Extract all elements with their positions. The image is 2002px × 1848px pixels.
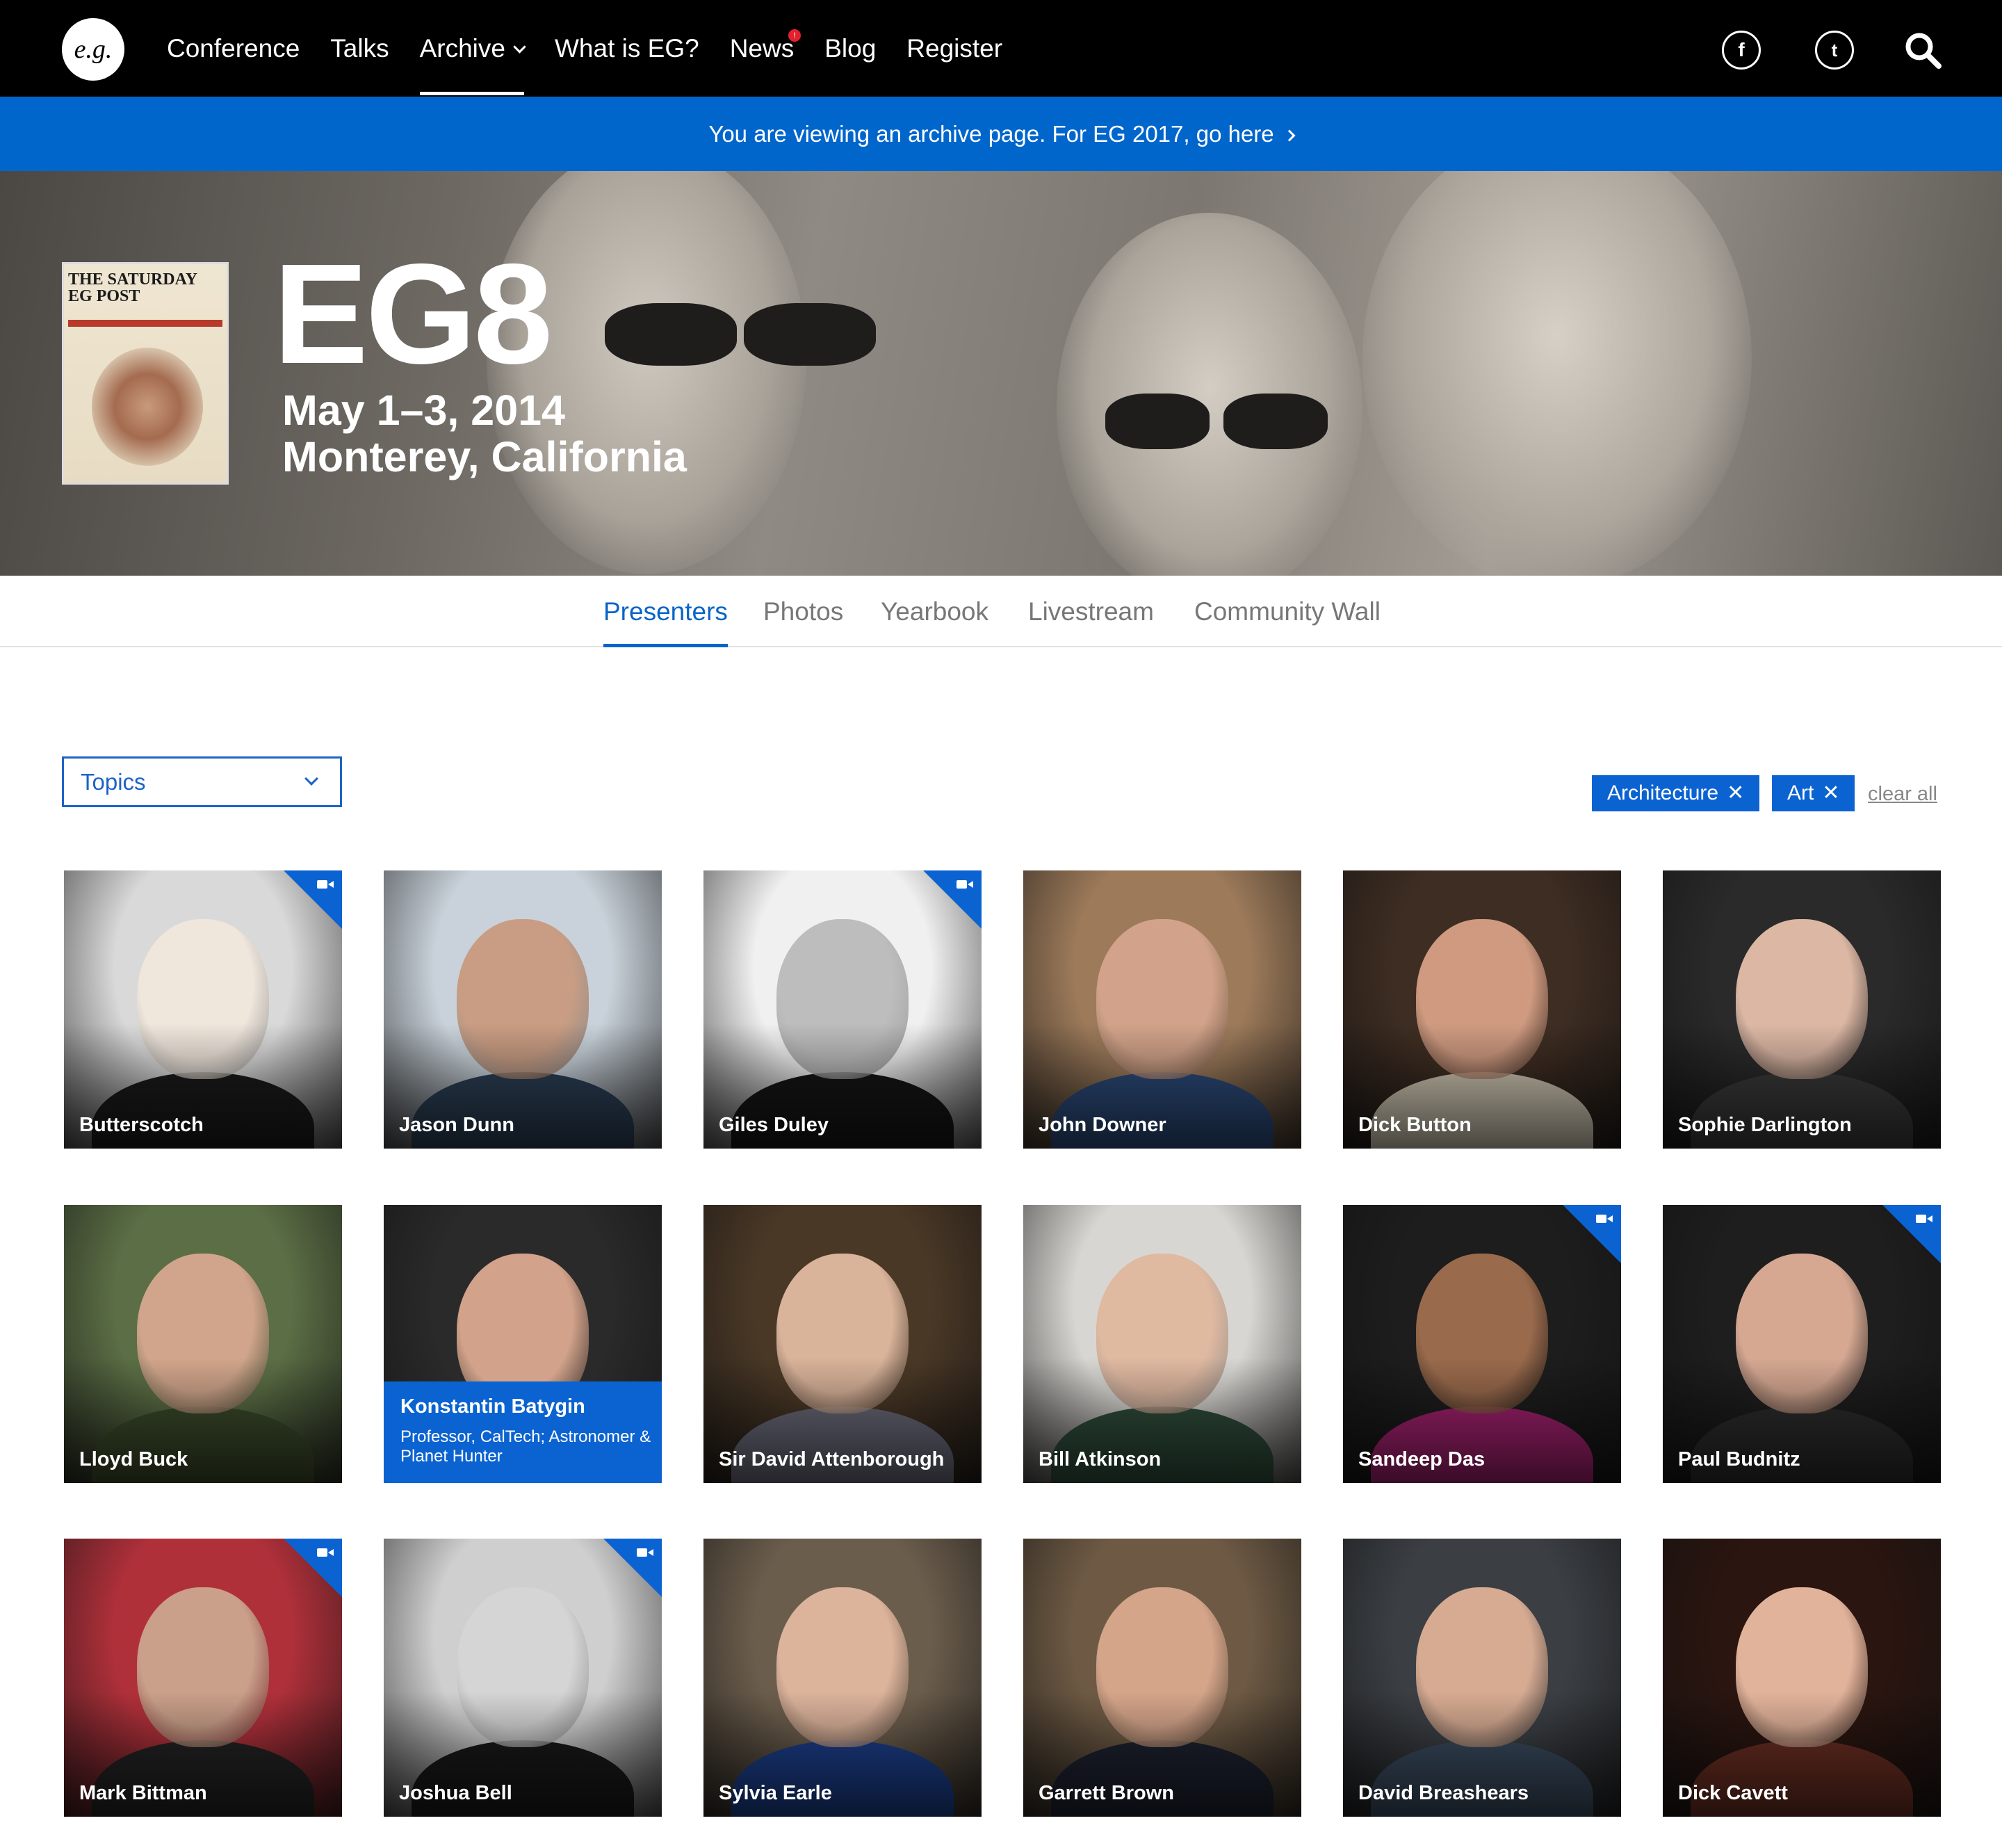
archive-notice-text: You are viewing an archive page. For EG … xyxy=(708,121,1274,147)
presenter-card[interactable]: Sophie Darlington xyxy=(1663,870,1941,1149)
hero-photo xyxy=(1057,213,1362,576)
presenter-name: Lloyd Buck xyxy=(79,1448,188,1470)
clear-all-filters-link[interactable]: clear all xyxy=(1868,783,1937,806)
presenter-card[interactable]: John Downer xyxy=(1023,870,1301,1149)
top-navigation: e.g. Conference Talks Archive What is EG… xyxy=(0,0,2002,97)
filter-chip-architecture[interactable]: Architecture ✕ xyxy=(1592,775,1760,811)
presenter-card[interactable]: Sylvia Earle xyxy=(703,1539,982,1817)
chevron-right-icon xyxy=(1283,129,1296,142)
presenter-name: Garrett Brown xyxy=(1039,1782,1174,1804)
twitter-icon[interactable]: t xyxy=(1815,31,1854,70)
presenter-name: Sir David Attenborough xyxy=(719,1448,945,1470)
nav-link-talks[interactable]: Talks xyxy=(330,0,389,97)
event-date: May 1–3, 2014 xyxy=(282,387,565,434)
presenter-name: David Breashears xyxy=(1358,1782,1529,1804)
presenter-name: Sandeep Das xyxy=(1358,1448,1486,1470)
topics-dropdown-label: Topics xyxy=(81,769,146,795)
hero-photo xyxy=(744,303,876,366)
presenter-card[interactable]: Paul Budnitz xyxy=(1663,1205,1941,1483)
video-camera-icon xyxy=(317,1548,334,1557)
presenter-name: Jason Dunn xyxy=(399,1114,514,1136)
filter-chip-label: Art xyxy=(1787,781,1814,804)
nav-link-news[interactable]: News! xyxy=(729,0,801,97)
presenter-name: Bill Atkinson xyxy=(1039,1448,1162,1470)
close-icon[interactable]: ✕ xyxy=(1822,781,1839,804)
tab-community-wall[interactable]: Community Wall xyxy=(1194,576,1381,647)
presenter-name: Sylvia Earle xyxy=(719,1782,832,1804)
presenter-card[interactable]: Bill Atkinson xyxy=(1023,1205,1301,1483)
nav-link-conference[interactable]: Conference xyxy=(167,0,300,97)
hero-photo xyxy=(1105,394,1210,449)
event-title: EG8 xyxy=(273,234,553,394)
presenter-card[interactable]: Butterscotch xyxy=(64,870,342,1149)
presenter-name: Mark Bittman xyxy=(79,1782,207,1804)
presenter-card[interactable]: Dick Cavett xyxy=(1663,1539,1941,1817)
tab-presenters[interactable]: Presenters xyxy=(603,576,728,647)
cover-illustration xyxy=(92,348,203,466)
presenter-card[interactable]: Jason Dunn xyxy=(384,870,662,1149)
presenter-name: Butterscotch xyxy=(79,1114,204,1136)
presenter-card[interactable]: David Breashears xyxy=(1343,1539,1621,1817)
video-camera-icon xyxy=(957,880,973,889)
hero-photo xyxy=(605,303,737,366)
presenter-name: Dick Cavett xyxy=(1678,1782,1788,1804)
presenter-name: Dick Button xyxy=(1358,1114,1472,1136)
chevron-down-icon xyxy=(513,40,526,54)
presenter-name: John Downer xyxy=(1039,1114,1166,1136)
presenter-card[interactable]: Konstantin Batygin Professor, CalTech; As… xyxy=(384,1205,662,1483)
video-camera-icon xyxy=(637,1548,653,1557)
presenter-card[interactable]: Sir David Attenborough xyxy=(703,1205,982,1483)
filter-chip-art[interactable]: Art ✕ xyxy=(1772,775,1855,811)
presenter-name: Paul Budnitz xyxy=(1678,1448,1800,1470)
close-icon[interactable]: ✕ xyxy=(1727,781,1744,804)
presenter-name: Konstantin Batygin xyxy=(400,1395,585,1418)
cover-stripe xyxy=(68,320,222,327)
video-camera-icon xyxy=(1916,1215,1932,1223)
yearbook-cover-image[interactable]: THE SATURDAY EG POST xyxy=(62,262,229,485)
presenter-card[interactable]: Joshua Bell xyxy=(384,1539,662,1817)
presenter-name: Joshua Bell xyxy=(399,1782,512,1804)
video-camera-icon xyxy=(317,880,334,889)
topics-dropdown[interactable]: Topics xyxy=(62,756,342,807)
tab-photos[interactable]: Photos xyxy=(763,576,843,647)
facebook-icon[interactable]: f xyxy=(1722,31,1761,70)
nav-link-archive[interactable]: Archive xyxy=(419,0,526,97)
hero-photo xyxy=(1362,171,1752,576)
nav-link-blog[interactable]: Blog xyxy=(824,0,876,97)
tab-livestream[interactable]: Livestream xyxy=(1028,576,1154,647)
presenter-name: Sophie Darlington xyxy=(1678,1114,1852,1136)
presenter-card[interactable]: Sandeep Das xyxy=(1343,1205,1621,1483)
video-camera-icon xyxy=(1596,1215,1613,1223)
presenter-card[interactable]: Mark Bittman xyxy=(64,1539,342,1817)
presenter-card[interactable]: Dick Button xyxy=(1343,870,1621,1149)
filter-chip-label: Architecture xyxy=(1607,781,1719,804)
news-notification-badge: ! xyxy=(788,29,801,42)
event-location: Monterey, California xyxy=(282,433,687,480)
presenter-card[interactable]: Lloyd Buck xyxy=(64,1205,342,1483)
presenter-name: Giles Duley xyxy=(719,1114,829,1136)
nav-link-archive-label: Archive xyxy=(419,34,505,63)
search-icon[interactable] xyxy=(1903,31,1942,70)
nav-link-news-label: News xyxy=(729,34,795,63)
presenter-role: Professor, CalTech; Astronomer & Planet … xyxy=(400,1427,651,1466)
hero-photo xyxy=(1223,394,1328,449)
main-nav: Conference Talks Archive What is EG? New… xyxy=(167,0,1033,97)
presenter-card[interactable]: Giles Duley xyxy=(703,870,982,1149)
archive-notice-banner[interactable]: You are viewing an archive page. For EG … xyxy=(0,97,2002,171)
nav-link-what-is-eg[interactable]: What is EG? xyxy=(555,0,699,97)
cover-title: THE SATURDAY EG POST xyxy=(68,270,197,305)
nav-link-register[interactable]: Register xyxy=(906,0,1002,97)
presenter-hover-panel: Konstantin Batygin Professor, CalTech; As… xyxy=(384,1381,662,1483)
eg-logo[interactable]: e.g. xyxy=(62,18,124,81)
archive-subnav: Presenters Photos Yearbook Livestream Co… xyxy=(0,576,2002,647)
presenter-card[interactable]: Garrett Brown xyxy=(1023,1539,1301,1817)
tab-yearbook[interactable]: Yearbook xyxy=(881,576,988,647)
chevron-down-icon xyxy=(304,772,318,786)
